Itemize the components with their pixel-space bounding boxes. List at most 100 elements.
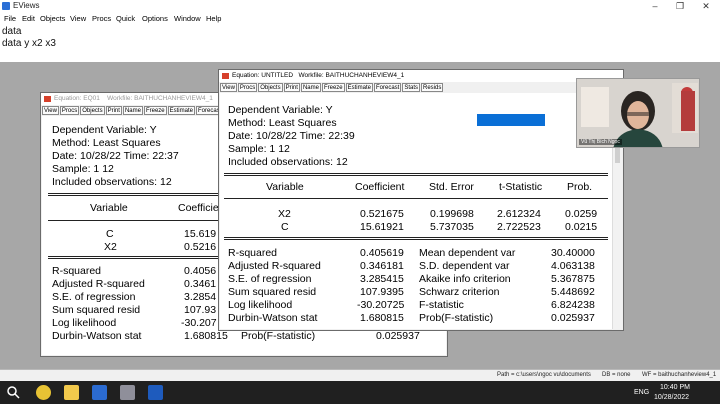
eq01-stat-value: 0.3461: [184, 278, 217, 290]
eq01-stat-value: 3.2854: [184, 291, 217, 303]
edge-icon[interactable]: [92, 385, 107, 400]
close-icon[interactable]: ✕: [695, 0, 717, 13]
t-c: 2.722523: [497, 221, 541, 233]
eq01-freeze-button[interactable]: Freeze: [143, 106, 167, 115]
app-icon[interactable]: [120, 385, 135, 400]
stat-value: 0.025937: [551, 312, 595, 324]
webcam-person-image: [577, 79, 699, 147]
sample: Sample: 1 12: [228, 143, 290, 155]
eq01-title: Equation: EQ01: [54, 95, 100, 102]
menu-help[interactable]: Help: [206, 14, 221, 23]
eq01-objects-button[interactable]: Objects: [80, 106, 105, 115]
status-db: DB = none: [602, 372, 631, 378]
menu-window[interactable]: Window: [174, 14, 201, 23]
table-divider: [224, 173, 608, 176]
freeze-button[interactable]: Freeze: [321, 83, 345, 92]
stat-label: Log likelihood: [228, 299, 293, 311]
eq01-coef-x2: 0.5216: [184, 241, 217, 253]
stat-value: 1.680815: [360, 312, 404, 324]
eq01-stat-label: Log likelihood: [52, 317, 117, 329]
eq01-divider: [48, 256, 218, 259]
prob-c: 0.0215: [565, 221, 598, 233]
menu-file[interactable]: File: [4, 14, 16, 23]
menu-options[interactable]: Options: [142, 14, 168, 23]
se-c: 5.737035: [430, 221, 474, 233]
var-c: C: [281, 221, 289, 233]
eq01-col-coefficient: Coefficie: [178, 202, 219, 214]
eq01-divider: [48, 220, 218, 221]
prob-x2: 0.0259: [565, 208, 598, 220]
stats-button[interactable]: Stats: [402, 83, 421, 92]
menu-objects[interactable]: Objects: [40, 14, 65, 23]
var-x2: X2: [278, 208, 291, 220]
eq01-prob-f-value: 0.025937: [376, 330, 420, 342]
eq01-stat-label: Durbin-Watson stat: [52, 330, 142, 342]
forecast-button[interactable]: Forecast: [373, 83, 402, 92]
t-x2: 2.612324: [497, 208, 541, 220]
eq01-date: Date: 10/28/22 Time: 22:37: [52, 150, 179, 162]
col-prob: Prob.: [567, 181, 593, 193]
coef-x2: 0.521675: [360, 208, 404, 220]
method: Method: Least Squares: [228, 117, 337, 129]
resids-button[interactable]: Resids: [421, 83, 444, 92]
restore-icon[interactable]: ❐: [669, 0, 691, 13]
eq01-coef-c: 15.619: [184, 228, 217, 240]
eq01-method: Method: Least Squares: [52, 137, 161, 149]
equation-icon: [222, 73, 229, 79]
eq01-stat-value: 107.93: [184, 304, 217, 316]
eq01-print-button[interactable]: Print: [105, 106, 122, 115]
stat-label: R-squared: [228, 247, 278, 259]
language-indicator[interactable]: ENG: [634, 389, 649, 396]
menu-procs[interactable]: Procs: [92, 14, 111, 23]
procs-button[interactable]: Procs: [237, 83, 258, 92]
search-icon[interactable]: [6, 385, 21, 400]
untitled-titlebar[interactable]: Equation: UNTITLED Workfile: BAITHUCHANH…: [219, 70, 623, 82]
view-button[interactable]: View: [220, 83, 237, 92]
estimate-button[interactable]: Estimate: [345, 83, 373, 92]
menu-edit[interactable]: Edit: [22, 14, 35, 23]
menu-view[interactable]: View: [70, 14, 86, 23]
eq01-stat-label: R-squared: [52, 265, 102, 277]
app-title: EViews: [13, 1, 40, 10]
status-path: Path = c:\users\ngoc vu\documents: [497, 372, 591, 378]
eq01-prob-f-label: Prob(F-statistic): [241, 330, 316, 342]
minimize-icon[interactable]: –: [644, 0, 666, 13]
equation-window-untitled[interactable]: Equation: UNTITLED Workfile: BAITHUCHANH…: [218, 69, 624, 331]
word-icon[interactable]: [148, 385, 163, 400]
highlight-bar: [477, 114, 545, 126]
stat-label: Prob(F-statistic): [419, 312, 494, 324]
clock-time[interactable]: 10:40 PM: [660, 384, 690, 391]
print-button[interactable]: Print: [283, 83, 300, 92]
eq01-workfile: Workfile: BAITHUCHANHEVIEW4_1: [107, 95, 213, 102]
eq01-estimate-button[interactable]: Estimate: [167, 106, 195, 115]
stat-value: 5.367875: [551, 273, 595, 285]
table-divider: [224, 198, 608, 199]
eq01-view-button[interactable]: View: [42, 106, 59, 115]
chrome-icon[interactable]: [36, 385, 51, 400]
menu-quick[interactable]: Quick: [116, 14, 135, 23]
app-titlebar: EViews – ❐ ✕: [0, 0, 720, 13]
eq01-var-x2: X2: [104, 241, 117, 253]
eviews-logo-icon: [2, 2, 10, 10]
eq01-stat-value: 0.4056: [184, 265, 217, 277]
stat-value: -30.20725: [357, 299, 405, 311]
eq01-procs-button[interactable]: Procs: [59, 106, 80, 115]
eq01-dependent-variable: Dependent Variable: Y: [52, 124, 157, 136]
included-observations: Included observations: 12: [228, 156, 348, 168]
dependent-variable: Dependent Variable: Y: [228, 104, 333, 116]
webcam-overlay: Vũ Thị Bích Ngọc: [576, 78, 700, 148]
eq01-stat-value: -30.207: [181, 317, 217, 329]
untitled-output: Dependent Variable: Y Method: Least Squa…: [220, 93, 622, 329]
stat-label: Durbin-Watson stat: [228, 312, 318, 324]
eq01-name-button[interactable]: Name: [122, 106, 143, 115]
menu-bar: File Edit Objects View Procs Quick Optio…: [0, 13, 720, 24]
col-variable: Variable: [266, 181, 304, 193]
name-button[interactable]: Name: [300, 83, 321, 92]
col-std-error: Std. Error: [429, 181, 474, 193]
objects-button[interactable]: Objects: [258, 83, 283, 92]
eq01-stat-label: Adjusted R-squared: [52, 278, 145, 290]
eq01-observations: Included observations: 12: [52, 176, 172, 188]
command-line-1: data: [2, 26, 22, 37]
clock-date[interactable]: 10/28/2022: [654, 394, 689, 401]
file-explorer-icon[interactable]: [64, 385, 79, 400]
